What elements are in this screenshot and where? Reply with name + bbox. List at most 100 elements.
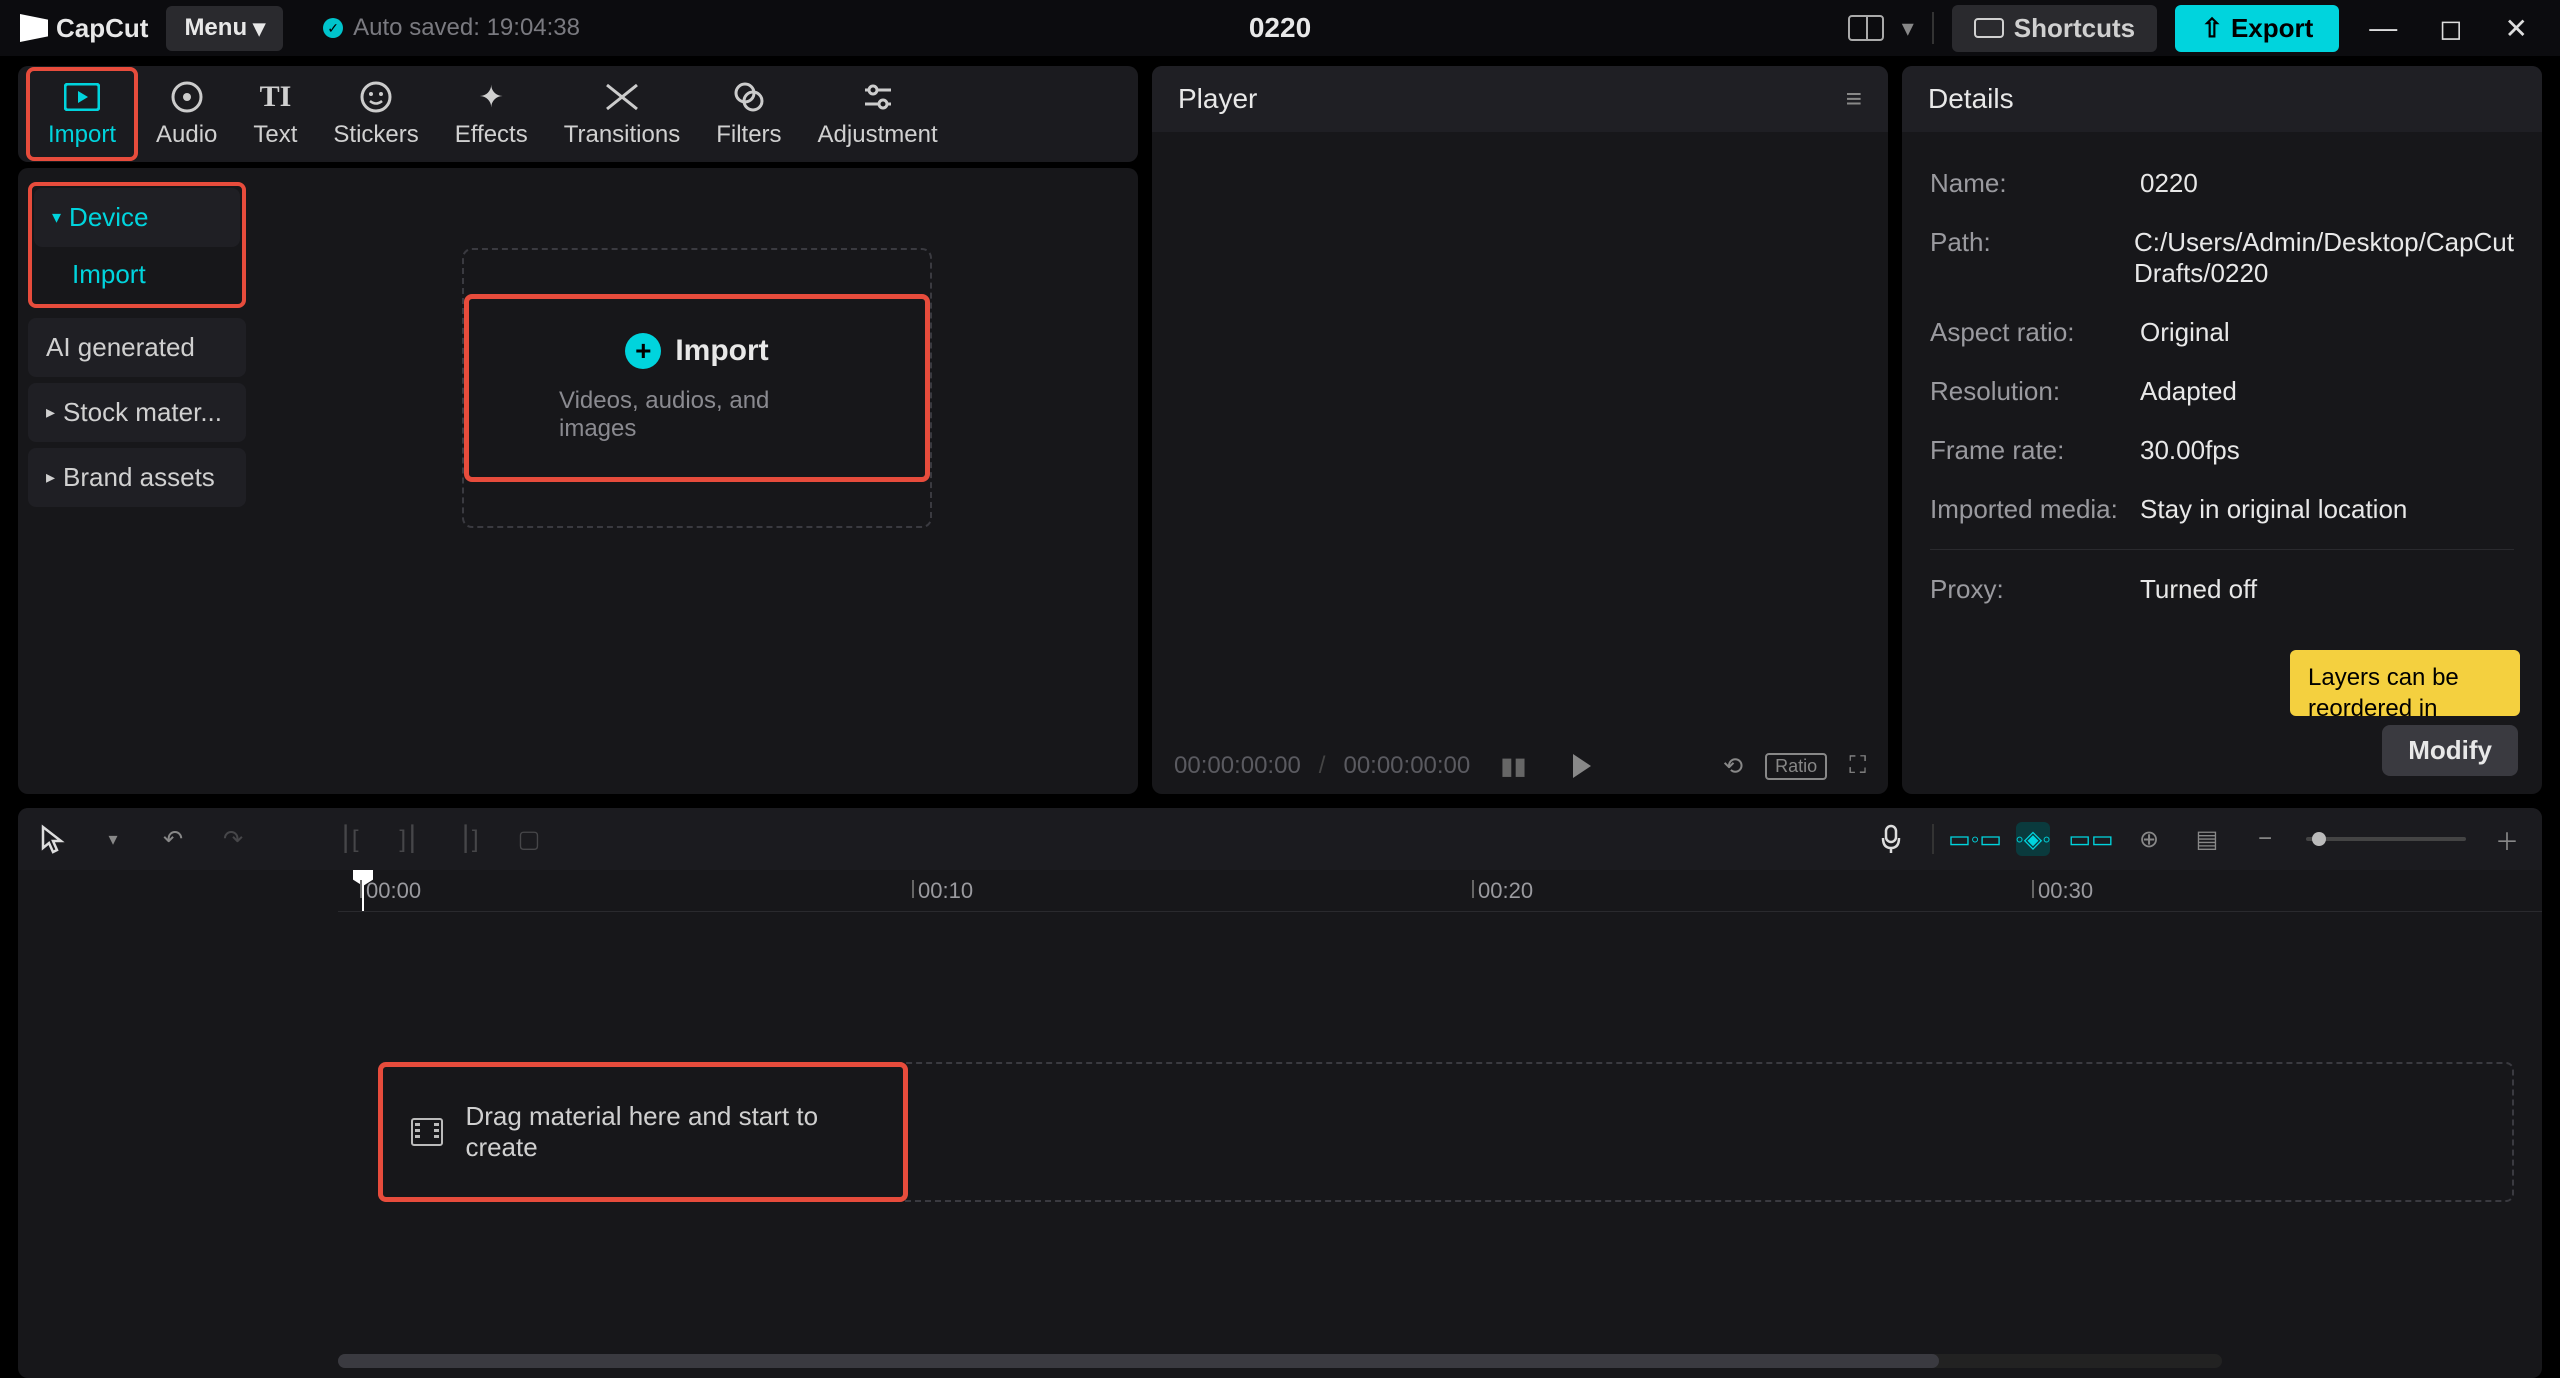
tab-audio[interactable]: Audio <box>138 71 235 157</box>
detail-framerate-value: 30.00fps <box>2140 435 2514 466</box>
sidebar-item-import[interactable]: Import <box>34 247 240 302</box>
tab-transitions[interactable]: Transitions <box>546 71 698 157</box>
timeline-drop-prompt[interactable]: Drag material here and start to create <box>378 1062 908 1202</box>
titlebar: CapCut Menu ▾ ✓ Auto saved: 19:04:38 022… <box>0 0 2560 56</box>
delete-icon[interactable]: ▢ <box>512 822 546 856</box>
tab-filters[interactable]: Filters <box>698 71 799 157</box>
shortcuts-button[interactable]: Shortcuts <box>1952 5 2157 52</box>
detail-aspect-value: Original <box>2140 317 2514 348</box>
tab-transitions-label: Transitions <box>564 121 680 149</box>
tab-adjustment[interactable]: Adjustment <box>800 71 956 157</box>
details-header: Details <box>1902 66 2542 132</box>
cursor-icon[interactable] <box>36 822 70 856</box>
chevron-down-icon[interactable]: ▾ <box>1902 14 1914 43</box>
player-panel: Player ≡ 00:00:00:00 / 00:00:00:00 ▮▮ ⟲ … <box>1152 66 1888 794</box>
tab-text[interactable]: TI Text <box>235 71 315 157</box>
maximize-icon[interactable]: ◻ <box>2427 12 2474 45</box>
sidebar-item-device[interactable]: ▾ Device <box>34 188 240 247</box>
magnet-main-icon[interactable]: ▭◦▭ <box>1958 822 1992 856</box>
menu-button[interactable]: Menu ▾ <box>166 6 283 51</box>
device-label: Device <box>69 202 148 233</box>
tool-tabs: Import Audio TI Text Stickers ✦ Effects … <box>18 66 1138 162</box>
ruler-tick: 00:20 <box>1478 878 1533 904</box>
sidebar-device-group: ▾ Device Import <box>28 182 246 308</box>
import-card[interactable]: + Import Videos, audios, and images <box>464 294 930 482</box>
audio-icon <box>169 79 205 115</box>
ruler-tick: 00:30 <box>2038 878 2093 904</box>
timeline-ruler[interactable]: 00:00 00:10 00:20 00:30 <box>338 870 2542 912</box>
capcut-logo-icon <box>20 14 48 42</box>
divider <box>1930 549 2514 550</box>
tab-effects-label: Effects <box>455 121 528 149</box>
detail-resolution-value: Adapted <box>2140 376 2514 407</box>
caret-down-icon: ▾ <box>52 207 61 228</box>
zoom-slider[interactable] <box>2306 837 2466 841</box>
tab-stickers[interactable]: Stickers <box>315 71 436 157</box>
modify-button[interactable]: Modify <box>2382 725 2518 776</box>
player-controls: 00:00:00:00 / 00:00:00:00 ▮▮ ⟲ Ratio ⛶ <box>1152 738 1888 794</box>
timeline-panel: ▾ ↶ ↷ ⎮[ ]⎮ ⎮] ▢ ▭◦▭ ◦◈◦ ▭▭ ⊕ ▤ − ＋ 00:0… <box>18 808 2542 1378</box>
project-title: 0220 <box>1249 12 1311 44</box>
tab-adjustment-label: Adjustment <box>818 121 938 149</box>
ruler-tick: 00:10 <box>918 878 973 904</box>
split-icon[interactable]: ⎮[ <box>332 822 366 856</box>
media-panel: Import Audio TI Text Stickers ✦ Effects … <box>18 66 1138 794</box>
ruler-tick: 00:00 <box>366 878 421 904</box>
zoom-out-icon[interactable]: − <box>2248 822 2282 856</box>
tab-effects[interactable]: ✦ Effects <box>437 71 546 157</box>
tab-filters-label: Filters <box>716 121 781 149</box>
check-icon: ✓ <box>323 18 343 38</box>
menu-label: Menu <box>184 14 247 42</box>
detail-path-label: Path: <box>1930 227 2134 289</box>
tab-import[interactable]: Import <box>26 67 138 161</box>
media-sidebar: ▾ Device Import AI generated ▸ Stock mat… <box>18 168 256 794</box>
timeline-scrollbar[interactable] <box>338 1354 2222 1368</box>
redo-icon[interactable]: ↷ <box>216 822 250 856</box>
scan-icon[interactable]: ⟲ <box>1723 752 1743 781</box>
player-header: Player ≡ <box>1152 66 1888 132</box>
zoom-in-icon[interactable]: ＋ <box>2490 822 2524 856</box>
film-icon <box>411 1118 443 1146</box>
layout-icon[interactable] <box>1848 15 1884 41</box>
play-icon[interactable] <box>1573 754 1591 778</box>
ratio-button[interactable]: Ratio <box>1765 753 1827 780</box>
sidebar-item-brand-assets[interactable]: ▸ Brand assets <box>28 448 246 507</box>
undo-icon[interactable]: ↶ <box>156 822 190 856</box>
chevron-down-icon: ▾ <box>253 14 265 43</box>
timecode-current: 00:00:00:00 <box>1174 752 1301 780</box>
magnet-auto-icon[interactable]: ◦◈◦ <box>2016 822 2050 856</box>
timeline-drop-text: Drag material here and start to create <box>465 1101 875 1163</box>
preview-axis-icon[interactable]: ⊕ <box>2132 822 2166 856</box>
text-icon: TI <box>257 79 293 115</box>
player-title: Player <box>1178 83 1257 115</box>
tab-audio-label: Audio <box>156 121 217 149</box>
autosave-text: Auto saved: 19:04:38 <box>353 14 580 42</box>
sidebar-item-ai-generated[interactable]: AI generated <box>28 318 246 377</box>
fullscreen-icon[interactable]: ⛶ <box>1849 752 1866 780</box>
minimize-icon[interactable]: — <box>2357 12 2409 44</box>
ai-label: AI generated <box>46 332 195 363</box>
close-icon[interactable]: ✕ <box>2493 12 2540 45</box>
import-icon <box>64 79 100 115</box>
split-right-icon[interactable]: ⎮] <box>452 822 486 856</box>
split-left-icon[interactable]: ]⎮ <box>392 822 426 856</box>
playhead[interactable] <box>362 870 364 911</box>
details-panel: Details Name:0220 Path:C:/Users/Admin/De… <box>1902 66 2542 794</box>
chevron-down-icon[interactable]: ▾ <box>96 822 130 856</box>
caret-right-icon: ▸ <box>46 467 55 488</box>
tooltip: Layers can be reordered in <box>2290 650 2520 716</box>
import-dropzone[interactable]: + Import Videos, audios, and images <box>256 168 1138 794</box>
more-icon[interactable]: ≡ <box>1846 83 1862 115</box>
track-height-icon[interactable]: ▤ <box>2190 822 2224 856</box>
linkage-icon[interactable]: ▭▭ <box>2074 822 2108 856</box>
export-button[interactable]: ⇧ Export <box>2175 5 2339 52</box>
effects-icon: ✦ <box>473 79 509 115</box>
compare-icon[interactable]: ▮▮ <box>1500 752 1526 781</box>
separator <box>1932 12 1934 44</box>
mic-icon[interactable] <box>1874 822 1908 856</box>
stock-label: Stock mater... <box>63 397 222 428</box>
detail-aspect-label: Aspect ratio: <box>1930 317 2140 348</box>
sidebar-item-stock-materials[interactable]: ▸ Stock mater... <box>28 383 246 442</box>
player-viewport[interactable] <box>1152 132 1888 738</box>
timeline-tracks[interactable]: Drag material here and start to create <box>338 912 2542 1354</box>
